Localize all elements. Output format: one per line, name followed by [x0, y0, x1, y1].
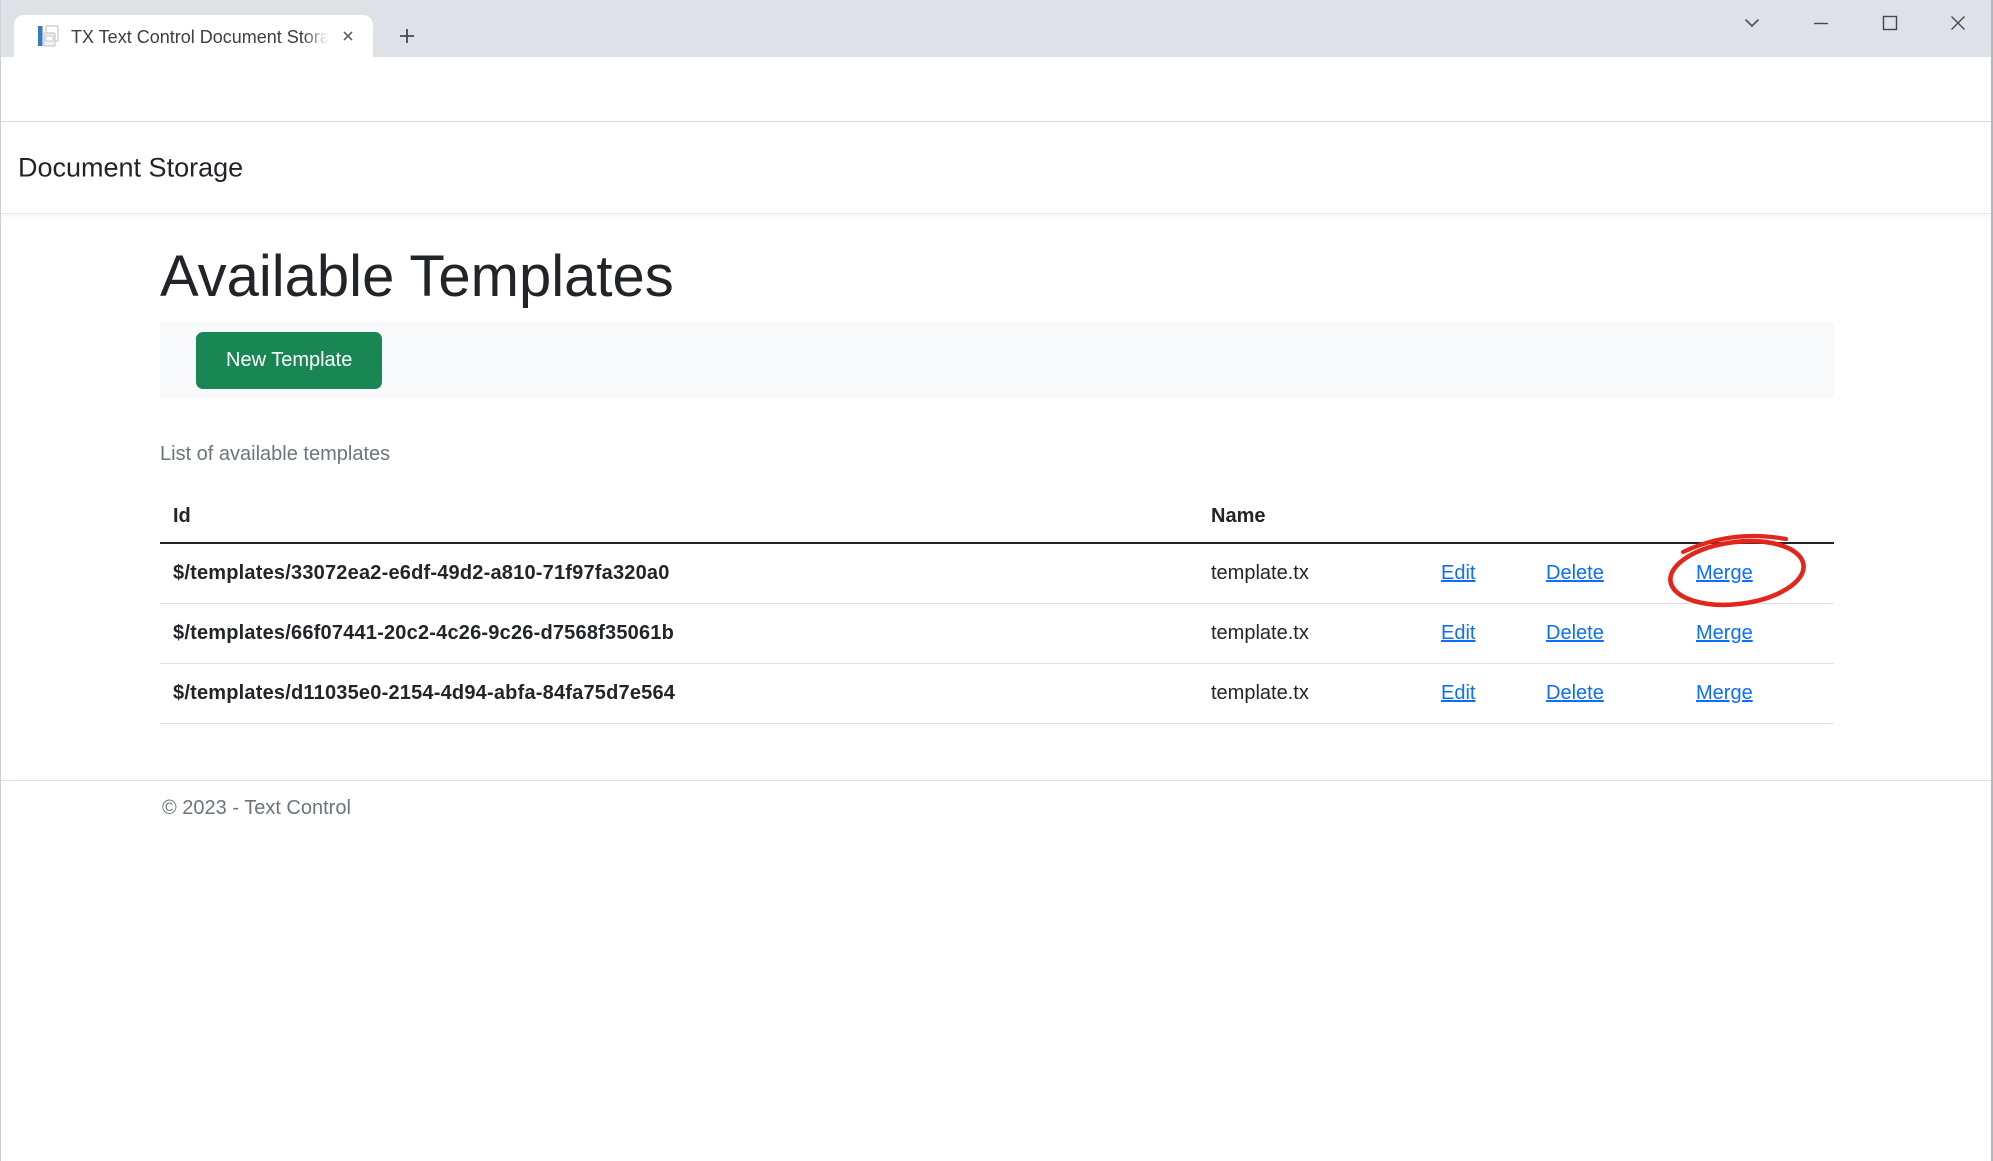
- close-icon[interactable]: [1934, 6, 1982, 40]
- browser-window: TX Text Control Document Stora: [0, 0, 1993, 1161]
- templates-table: Id Name $/templates/33072ea2-e6df-49d2-a…: [160, 490, 1834, 724]
- browser-tab[interactable]: TX Text Control Document Stora: [14, 15, 373, 57]
- column-header-spacer: [1533, 490, 1683, 544]
- action-cell: Edit: [1428, 664, 1533, 724]
- page-footer: © 2023 - Text Control: [1, 780, 1991, 820]
- edit-link[interactable]: Edit: [1441, 682, 1475, 705]
- tab-title: TX Text Control Document Stora: [71, 25, 333, 49]
- column-header-id: Id: [160, 490, 1198, 544]
- merge-link[interactable]: Merge: [1696, 622, 1753, 645]
- action-cell: Merge: [1683, 604, 1834, 664]
- tx-text-control-favicon-icon: [38, 25, 60, 47]
- action-cell: Edit: [1428, 604, 1533, 664]
- action-cell: Merge: [1683, 664, 1834, 724]
- tab-strip: TX Text Control Document Stora: [1, 0, 1991, 57]
- merge-link[interactable]: Merge: [1696, 562, 1753, 585]
- copyright-text: © 2023 - Text Control: [162, 797, 1991, 820]
- template-name: template.tx: [1198, 664, 1428, 724]
- delete-link[interactable]: Delete: [1546, 562, 1604, 585]
- action-cell: Delete: [1533, 604, 1683, 664]
- minimize-icon[interactable]: [1797, 6, 1845, 40]
- action-cell: Edit: [1428, 544, 1533, 604]
- merge-link[interactable]: Merge: [1696, 682, 1753, 705]
- navbar-brand[interactable]: Document Storage: [18, 152, 243, 183]
- template-name: template.tx: [1198, 544, 1428, 604]
- template-id: $/templates/66f07441-20c2-4c26-9c26-d756…: [160, 604, 1198, 664]
- column-header-name: Name: [1198, 490, 1428, 544]
- edit-link[interactable]: Edit: [1441, 562, 1475, 585]
- delete-link[interactable]: Delete: [1546, 622, 1604, 645]
- page-title: Available Templates: [160, 241, 674, 313]
- site-navbar: Document Storage: [1, 122, 1991, 214]
- tab-close-icon[interactable]: [339, 27, 357, 45]
- action-cell: Delete: [1533, 544, 1683, 604]
- column-header-spacer: [1683, 490, 1834, 544]
- template-id: $/templates/d11035e0-2154-4d94-abfa-84fa…: [160, 664, 1198, 724]
- template-id: $/templates/33072ea2-e6df-49d2-a810-71f9…: [160, 544, 1198, 604]
- action-cell: Delete: [1533, 664, 1683, 724]
- column-header-spacer: [1428, 490, 1533, 544]
- new-tab-icon[interactable]: [394, 23, 420, 49]
- tab-search-chevron-icon[interactable]: [1728, 6, 1776, 40]
- browser-toolbar: localhost:7158 B: [1, 57, 1991, 122]
- edit-link[interactable]: Edit: [1441, 622, 1475, 645]
- table-caption: List of available templates: [160, 443, 390, 466]
- maximize-icon[interactable]: [1866, 6, 1914, 40]
- new-template-button[interactable]: New Template: [196, 332, 382, 389]
- template-name: template.tx: [1198, 604, 1428, 664]
- delete-link[interactable]: Delete: [1546, 682, 1604, 705]
- action-cell: Merge: [1683, 544, 1834, 604]
- actions-panel: New Template: [160, 322, 1834, 398]
